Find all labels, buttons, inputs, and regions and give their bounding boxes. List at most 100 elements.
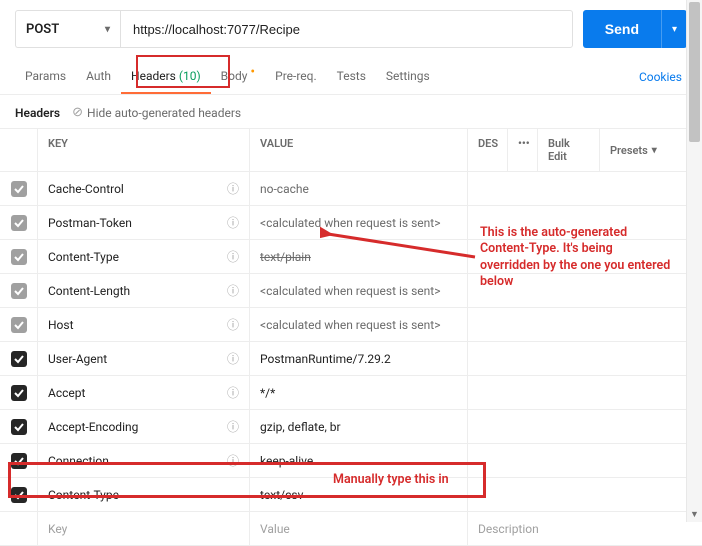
header-key-text: Accept (48, 386, 85, 400)
new-key-input[interactable]: Key (38, 512, 250, 545)
table-row: Accept ⓘ */* (0, 376, 702, 410)
column-checkbox (0, 129, 38, 171)
header-value-text: <calculated when request is sent> (260, 284, 440, 298)
header-value-cell[interactable]: gzip, deflate, br (250, 410, 468, 443)
header-key-cell[interactable]: Postman-Tokenⓘ (38, 206, 250, 239)
column-options-button[interactable]: ••• (508, 129, 538, 171)
new-header-row[interactable]: Key Value Description (0, 512, 702, 546)
table-row: Content-Lengthⓘ <calculated when request … (0, 274, 702, 308)
dot-indicator-icon: • (250, 64, 255, 80)
row-checkbox[interactable] (11, 215, 27, 231)
header-description-cell[interactable] (468, 274, 702, 307)
send-button[interactable]: Send (583, 10, 661, 48)
header-description-cell[interactable] (468, 206, 702, 239)
info-icon: ⓘ (227, 248, 239, 265)
http-method-select[interactable]: POST ▾ (15, 10, 120, 48)
header-value-text: no-cache (260, 182, 309, 196)
table-row: Connectionⓘ keep-alive (0, 444, 702, 478)
table-row: Host ⓘ <calculated when request is sent> (0, 308, 702, 342)
header-value-cell[interactable]: PostmanRuntime/7.29.2 (250, 342, 468, 375)
tab-headers[interactable]: Headers (10) (121, 61, 211, 93)
row-checkbox[interactable] (11, 283, 27, 299)
header-value-cell[interactable]: <calculated when request is sent> (250, 274, 468, 307)
header-description-cell[interactable] (468, 478, 702, 511)
row-checkbox[interactable] (11, 453, 27, 469)
header-key-cell[interactable]: Content-Typeⓘ (38, 240, 250, 273)
headers-table: KEY VALUE DES ••• Bulk Edit Presets ▾ Ca… (0, 128, 702, 546)
column-description: DES (468, 129, 508, 171)
header-description-cell[interactable] (468, 376, 702, 409)
header-value-text: keep-alive (260, 454, 313, 468)
url-input[interactable] (120, 10, 573, 48)
row-checkbox-cell (0, 206, 38, 239)
scroll-thumb[interactable] (689, 2, 700, 142)
header-key-cell[interactable]: Content-Type (38, 478, 250, 511)
header-description-cell[interactable] (468, 410, 702, 443)
header-description-cell[interactable] (468, 342, 702, 375)
row-checkbox[interactable] (11, 385, 27, 401)
row-checkbox[interactable] (11, 249, 27, 265)
section-label: Headers (15, 106, 60, 120)
chevron-down-icon: ▾ (105, 24, 110, 35)
table-row: Content-Typeⓘ text/plain (0, 240, 702, 274)
header-value-text: PostmanRuntime/7.29.2 (260, 352, 391, 366)
header-key-cell[interactable]: Content-Lengthⓘ (38, 274, 250, 307)
header-key-cell[interactable]: Accept-Encodingⓘ (38, 410, 250, 443)
header-key-text: Host (48, 318, 74, 332)
row-checkbox[interactable] (11, 419, 27, 435)
info-icon: ⓘ (227, 316, 239, 333)
header-key-text: Accept-Encoding (48, 420, 138, 434)
row-checkbox[interactable] (11, 317, 27, 333)
header-description-cell[interactable] (468, 172, 702, 205)
tab-tests[interactable]: Tests (327, 61, 376, 93)
tab-settings[interactable]: Settings (376, 61, 440, 93)
row-checkbox-cell (0, 410, 38, 443)
hide-auto-generated-toggle[interactable]: ⊘ Hide auto-generated headers (72, 105, 241, 120)
header-value-text: text/csv (260, 488, 303, 502)
header-key-text: Content-Length (48, 284, 130, 298)
header-key-cell[interactable]: User-Agentⓘ (38, 342, 250, 375)
header-description-cell[interactable] (468, 240, 702, 273)
header-value-text: gzip, deflate, br (260, 420, 341, 434)
tab-auth[interactable]: Auth (76, 61, 121, 93)
eye-off-icon: ⊘ (72, 105, 83, 120)
header-value-cell[interactable]: text/plain (250, 240, 468, 273)
header-key-cell[interactable]: Cache-Controlⓘ (38, 172, 250, 205)
scroll-down-arrow-icon[interactable]: ▼ (687, 506, 702, 522)
row-checkbox-cell (0, 308, 38, 341)
vertical-scrollbar[interactable]: ▲ ▼ (686, 0, 702, 522)
table-row: Accept-Encodingⓘ gzip, deflate, br (0, 410, 702, 444)
header-value-text: text/plain (260, 250, 311, 264)
header-value-cell[interactable]: */* (250, 376, 468, 409)
table-row: Postman-Tokenⓘ<calculated when request i… (0, 206, 702, 240)
row-checkbox[interactable] (11, 181, 27, 197)
header-value-text: */* (260, 386, 275, 400)
row-checkbox-cell (0, 342, 38, 375)
tab-body[interactable]: Body • (211, 60, 265, 94)
cookies-link[interactable]: Cookies (639, 70, 687, 84)
tab-prereq[interactable]: Pre-req. (265, 61, 327, 93)
header-value-cell[interactable]: <calculated when request is sent> (250, 308, 468, 341)
header-description-cell[interactable] (468, 444, 702, 477)
header-description-cell[interactable] (468, 308, 702, 341)
send-dropdown-button[interactable]: ▾ (661, 10, 687, 48)
header-value-cell[interactable]: text/csv (250, 478, 468, 511)
info-icon: ⓘ (227, 384, 239, 401)
header-value-cell[interactable]: keep-alive (250, 444, 468, 477)
new-description-input[interactable]: Description (468, 512, 702, 545)
bulk-edit-button[interactable]: Bulk Edit (538, 129, 600, 171)
header-value-cell[interactable]: <calculated when request is sent> (250, 206, 468, 239)
row-checkbox-cell (0, 444, 38, 477)
row-checkbox[interactable] (11, 487, 27, 503)
header-key-cell[interactable]: Accept ⓘ (38, 376, 250, 409)
row-checkbox-cell (0, 172, 38, 205)
row-checkbox[interactable] (11, 351, 27, 367)
tab-params[interactable]: Params (15, 61, 76, 93)
header-key-text: Postman-Token (48, 216, 132, 230)
header-key-cell[interactable]: Connectionⓘ (38, 444, 250, 477)
row-checkbox-cell (0, 376, 38, 409)
header-key-cell[interactable]: Host ⓘ (38, 308, 250, 341)
new-value-input[interactable]: Value (250, 512, 468, 545)
header-value-cell[interactable]: no-cache (250, 172, 468, 205)
table-row: Content-Type text/csv (0, 478, 702, 512)
